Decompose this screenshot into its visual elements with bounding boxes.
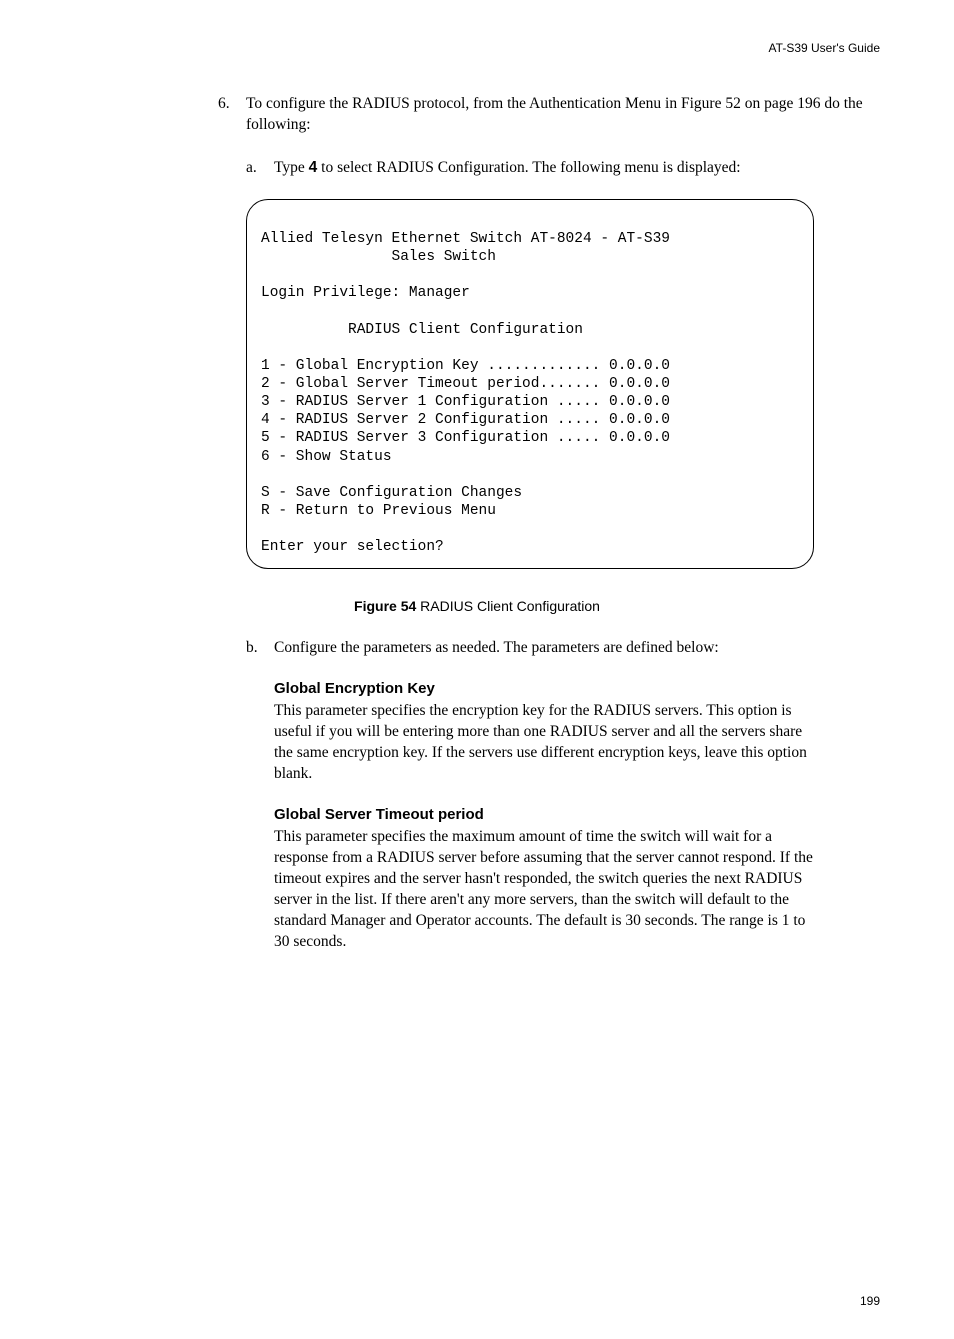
substep-a-letter: a.	[246, 158, 274, 179]
term-title: RADIUS Client Configuration	[261, 322, 583, 338]
substep-b-letter: b.	[246, 638, 274, 659]
param-global-encryption-key: Global Encryption Key This parameter spe…	[274, 679, 814, 785]
term-menu-4: 4 - RADIUS Server 2 Configuration ..... …	[261, 412, 670, 428]
substep-b: b. Configure the parameters as needed. T…	[246, 638, 884, 659]
param2-title: Global Server Timeout period	[274, 805, 814, 825]
figure-caption-text: RADIUS Client Configuration	[416, 598, 600, 614]
term-menu-6: 6 - Show Status	[261, 449, 392, 465]
step-6: 6. To configure the RADIUS protocol, fro…	[218, 94, 884, 136]
substep-a-pre: Type	[274, 159, 309, 176]
term-menu-2: 2 - Global Server Timeout period....... …	[261, 376, 670, 392]
substep-b-text: Configure the parameters as needed. The …	[274, 638, 884, 659]
substep-a-key: 4	[309, 159, 318, 176]
param1-text: This parameter specifies the encryption …	[274, 701, 814, 785]
param-global-server-timeout: Global Server Timeout period This parame…	[274, 805, 814, 953]
step-6-text: To configure the RADIUS protocol, from t…	[246, 94, 884, 136]
term-line-1: Allied Telesyn Ethernet Switch AT-8024 -…	[261, 231, 670, 247]
term-line-2: Sales Switch	[261, 249, 496, 265]
term-menu-5: 5 - RADIUS Server 3 Configuration ..... …	[261, 430, 670, 446]
substep-a-text: Type 4 to select RADIUS Configuration. T…	[274, 158, 884, 179]
figure-caption: Figure 54 RADIUS Client Configuration	[70, 597, 884, 616]
header-guide-title: AT-S39 User's Guide	[70, 40, 880, 56]
page-number: 199	[70, 1293, 880, 1309]
term-return: R - Return to Previous Menu	[261, 503, 496, 519]
step-6-number: 6.	[218, 94, 246, 115]
substep-a-post: to select RADIUS Configuration. The foll…	[317, 159, 740, 176]
term-menu-1: 1 - Global Encryption Key ............. …	[261, 358, 670, 374]
param1-title: Global Encryption Key	[274, 679, 814, 699]
term-prompt: Enter your selection?	[261, 539, 444, 555]
terminal-screen: Allied Telesyn Ethernet Switch AT-8024 -…	[246, 199, 814, 569]
substep-a: a. Type 4 to select RADIUS Configuration…	[246, 158, 884, 179]
term-menu-3: 3 - RADIUS Server 1 Configuration ..... …	[261, 394, 670, 410]
figure-label: Figure 54	[354, 598, 416, 614]
term-login: Login Privilege: Manager	[261, 285, 470, 301]
term-save: S - Save Configuration Changes	[261, 485, 522, 501]
param2-text: This parameter specifies the maximum amo…	[274, 827, 814, 953]
